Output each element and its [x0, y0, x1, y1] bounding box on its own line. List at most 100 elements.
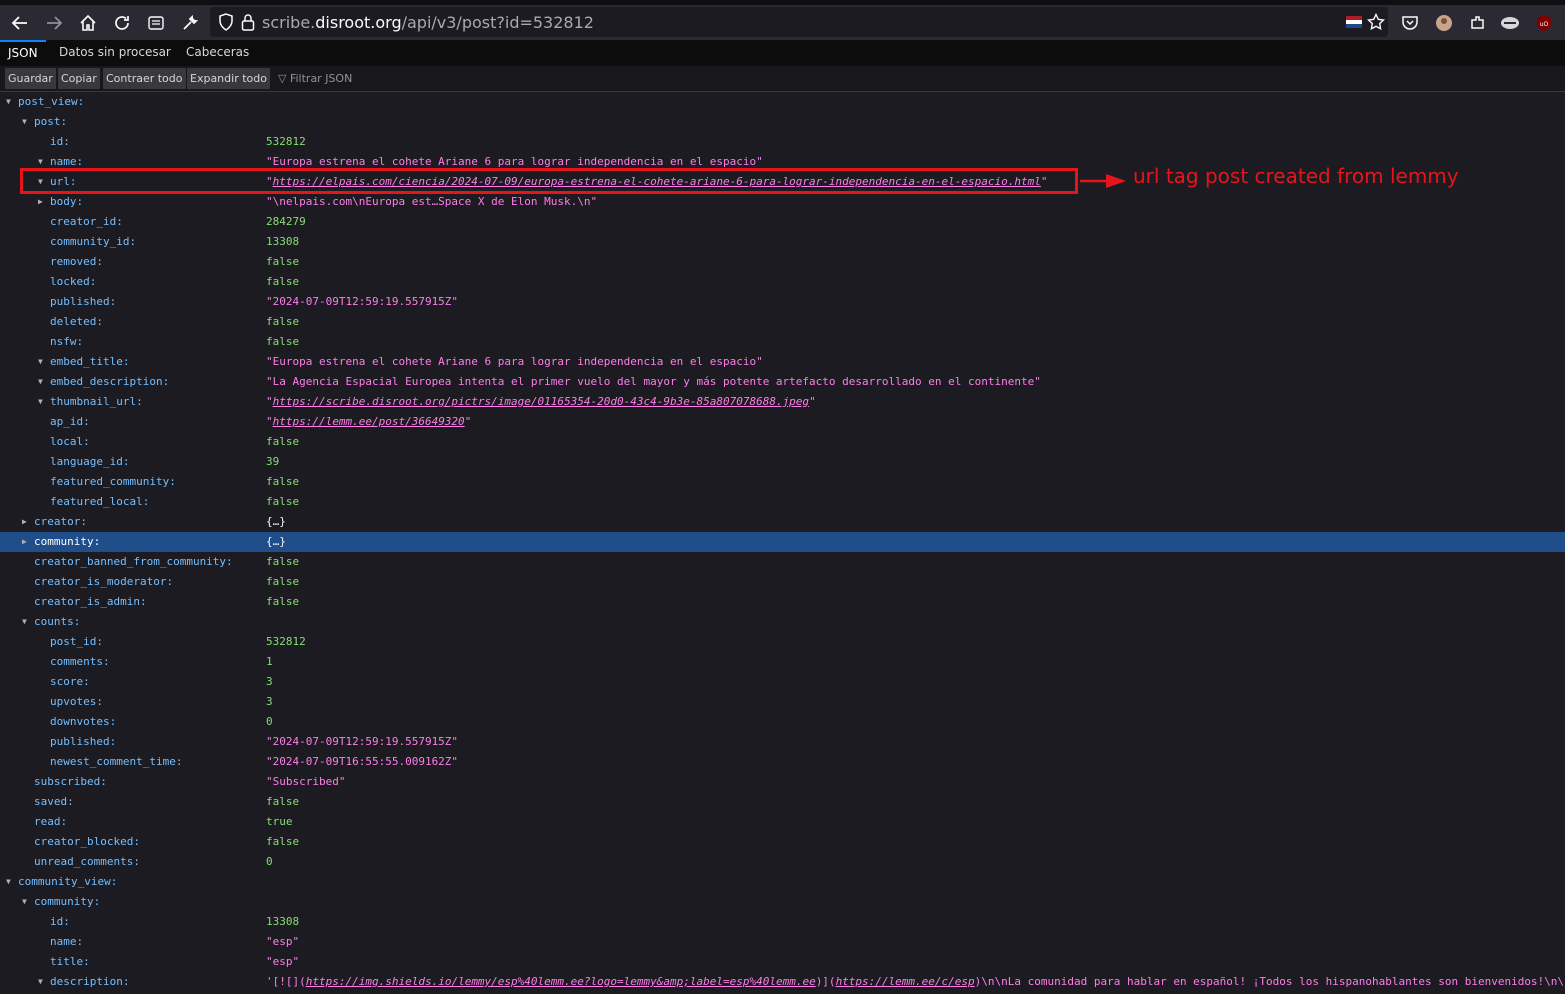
tab-raw-data[interactable]: Datos sin procesar — [51, 40, 179, 66]
value-link[interactable]: https://lemm.ee/c/esp — [836, 975, 975, 988]
expanded-twisty-icon[interactable]: ▼ — [38, 352, 48, 372]
tree-value: 39 — [266, 455, 280, 468]
tree-row[interactable]: published: "2024-07-09T12:59:19.557915Z" — [0, 732, 1565, 752]
tree-row[interactable]: ▶ creator: {…} — [0, 512, 1565, 532]
value-link[interactable]: https://scribe.disroot.org/pictrs/image/… — [273, 395, 809, 408]
tree-row[interactable]: id: 532812 — [0, 132, 1565, 152]
copy-button[interactable]: Copiar — [58, 68, 100, 89]
extensions-icon[interactable] — [1466, 11, 1490, 35]
tree-key: featured_community: — [50, 475, 176, 488]
tree-row[interactable]: creator_is_moderator: false — [0, 572, 1565, 592]
tree-row[interactable]: removed: false — [0, 252, 1565, 272]
tree-row[interactable]: creator_id: 284279 — [0, 212, 1565, 232]
tree-row[interactable]: language_id: 39 — [0, 452, 1565, 472]
tab-json[interactable]: JSON — [0, 40, 46, 66]
back-arrow-icon[interactable] — [8, 11, 32, 35]
value-link[interactable]: https://lemm.ee/post/36649320 — [273, 415, 465, 428]
collapsed-twisty-icon[interactable]: ▶ — [22, 532, 32, 552]
tree-row[interactable]: ap_id: "https://lemm.ee/post/36649320" — [0, 412, 1565, 432]
extension-addon-icon[interactable] — [1498, 11, 1522, 35]
tree-row[interactable]: creator_blocked: false — [0, 832, 1565, 852]
tree-row[interactable]: community_id: 13308 — [0, 232, 1565, 252]
tree-row[interactable]: creator_banned_from_community: false — [0, 552, 1565, 572]
tree-key: subscribed: — [34, 775, 107, 788]
reload-icon[interactable] — [110, 11, 134, 35]
tree-row[interactable]: saved: false — [0, 792, 1565, 812]
expanded-twisty-icon[interactable]: ▼ — [6, 872, 16, 892]
reader-view-icon[interactable] — [144, 11, 168, 35]
tree-value[interactable]: "https://scribe.disroot.org/pictrs/image… — [266, 392, 816, 412]
tree-row[interactable]: name: "esp" — [0, 932, 1565, 952]
tree-value: 1 — [266, 655, 273, 668]
collapse-all-button[interactable]: Contraer todo — [103, 68, 186, 89]
tree-row[interactable]: creator_is_admin: false — [0, 592, 1565, 612]
home-icon[interactable] — [76, 11, 100, 35]
tree-value[interactable]: "https://lemm.ee/post/36649320" — [266, 412, 471, 432]
tree-value: {…} — [266, 515, 286, 528]
tree-row[interactable]: ▼ post: — [0, 112, 1565, 132]
filter-json-input[interactable]: ▽ Filtrar JSON — [278, 68, 352, 89]
expanded-twisty-icon[interactable]: ▼ — [22, 112, 32, 132]
expanded-twisty-icon[interactable]: ▼ — [38, 972, 48, 992]
url-bar[interactable]: scribe.disroot.org/api/v3/post?id=532812 — [210, 7, 1388, 37]
expanded-twisty-icon[interactable]: ▼ — [38, 372, 48, 392]
collapsed-twisty-icon[interactable]: ▶ — [38, 192, 48, 212]
collapsed-twisty-icon[interactable]: ▶ — [22, 512, 32, 532]
tree-value[interactable]: '[![](https://img.shields.io/lemmy/esp%4… — [266, 972, 1564, 992]
tree-key: downvotes: — [50, 715, 117, 728]
expanded-twisty-icon[interactable]: ▼ — [22, 892, 32, 912]
tree-row[interactable]: read: true — [0, 812, 1565, 832]
tree-row[interactable]: featured_community: false — [0, 472, 1565, 492]
avatar[interactable] — [1432, 11, 1456, 35]
tree-key: local: — [50, 435, 90, 448]
shield-icon[interactable] — [214, 10, 238, 34]
tree-value: false — [266, 275, 300, 288]
tree-row[interactable]: published: "2024-07-09T12:59:19.557915Z" — [0, 292, 1565, 312]
language-flag-icon[interactable] — [1342, 10, 1366, 34]
expanded-twisty-icon[interactable]: ▼ — [22, 612, 32, 632]
tree-row[interactable]: newest_comment_time: "2024-07-09T16:55:55… — [0, 752, 1565, 772]
tab-headers[interactable]: Cabeceras — [178, 40, 257, 66]
tree-value: false — [266, 495, 300, 508]
ublock-origin-icon[interactable]: uO — [1532, 11, 1556, 35]
tree-value: false — [266, 555, 300, 568]
tree-row[interactable]: id: 13308 — [0, 912, 1565, 932]
tree-row[interactable]: deleted: false — [0, 312, 1565, 332]
tree-row[interactable]: upvotes: 3 — [0, 692, 1565, 712]
expanded-twisty-icon[interactable]: ▼ — [6, 92, 16, 112]
tree-row[interactable]: ▼ embed_title: "Europa estrena el cohete A… — [0, 352, 1565, 372]
tree-row[interactable]: comments: 1 — [0, 652, 1565, 672]
tree-row[interactable]: downvotes: 0 — [0, 712, 1565, 732]
wrench-icon[interactable] — [178, 11, 202, 35]
tree-row[interactable]: ▼ thumbnail_url: "https://scribe.disroot.o… — [0, 392, 1565, 412]
forward-arrow-icon[interactable] — [42, 11, 66, 35]
value-link[interactable]: https://img.shields.io/lemmy/esp%40lemm.… — [306, 975, 816, 988]
tree-row[interactable]: ▼ counts: — [0, 612, 1565, 632]
pocket-icon[interactable] — [1398, 11, 1422, 35]
tree-row[interactable]: ▶ body: "\nelpais.com\nEuropa est…Space X … — [0, 192, 1565, 212]
bookmark-star-icon[interactable] — [1364, 10, 1388, 34]
lock-icon[interactable] — [236, 10, 260, 34]
tree-row[interactable]: post_id: 532812 — [0, 632, 1565, 652]
tree-key: published: — [50, 295, 117, 308]
tree-row[interactable]: nsfw: false — [0, 332, 1565, 352]
tree-row[interactable]: subscribed: "Subscribed" — [0, 772, 1565, 792]
expanded-twisty-icon[interactable]: ▼ — [38, 392, 48, 412]
expand-all-button[interactable]: Expandir todo — [187, 68, 270, 89]
tree-row[interactable]: local: false — [0, 432, 1565, 452]
tree-row[interactable]: unread_comments: 0 — [0, 852, 1565, 872]
tree-row[interactable]: ▼ description: '[![](https://img.shields.i… — [0, 972, 1565, 992]
tree-key: newest_comment_time: — [50, 755, 183, 768]
tree-row[interactable]: ▼ post_view: — [0, 92, 1565, 112]
tree-row[interactable]: ▶ community: {…} — [0, 532, 1565, 552]
tree-row[interactable]: ▼ embed_description: "La Agencia Espacial … — [0, 372, 1565, 392]
tree-value: false — [266, 315, 300, 328]
tree-value: 532812 — [266, 635, 306, 648]
tree-row[interactable]: title: "esp" — [0, 952, 1565, 972]
tree-row[interactable]: score: 3 — [0, 672, 1565, 692]
save-button[interactable]: Guardar — [5, 68, 56, 89]
tree-row[interactable]: ▼ community: — [0, 892, 1565, 912]
tree-row[interactable]: featured_local: false — [0, 492, 1565, 512]
tree-row[interactable]: locked: false — [0, 272, 1565, 292]
tree-row[interactable]: ▼ community_view: — [0, 872, 1565, 892]
